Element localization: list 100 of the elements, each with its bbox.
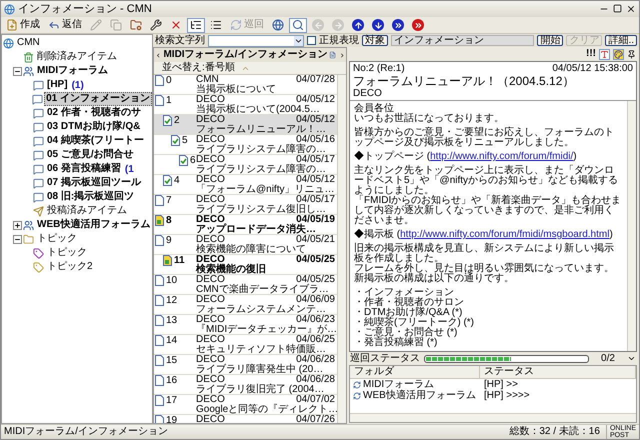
dropdown-icon[interactable] (294, 36, 303, 46)
tree-view-icon (190, 19, 202, 31)
font-icon[interactable] (599, 48, 610, 60)
tag-icon (33, 262, 44, 272)
message-row[interactable]: 8 DECO 04/05/19 アップロードデータ消失… (154, 215, 337, 235)
board-icon (33, 164, 44, 174)
column-header[interactable]: ステータス (480, 366, 636, 378)
document-icon[interactable] (329, 50, 337, 60)
message-row[interactable]: 6DECO 04/05/17 ライブラリシステム障害の… (154, 155, 337, 175)
target-button[interactable]: 対象 (362, 35, 388, 46)
message-row[interactable]: 16 DECO 04/06/28 ライブラリ復旧完了 (2004… (154, 375, 337, 395)
message-text: 会員各位 (354, 104, 394, 114)
message-row[interactable]: 7 DECO 04/05/17 ライブラリシステム復旧し… (154, 195, 337, 215)
message-date: 04/05/17 (296, 195, 335, 205)
tree-item[interactable]: 削除済みアイテム (35, 50, 119, 64)
message-row[interactable]: 12 DECO 04/06/09 フォーラムシステムメンテ… (154, 295, 337, 315)
message-number: 6 (190, 155, 196, 166)
message-author: DECO (196, 375, 225, 385)
board-icon (33, 178, 44, 188)
tree-item[interactable]: 08 旧:掲示板巡回ツ (45, 190, 136, 204)
message-author: CMN (196, 75, 219, 85)
message-author: DECO (353, 88, 383, 99)
horizontal-scrollbar[interactable] (350, 413, 636, 422)
checked-document-icon (163, 115, 172, 126)
tree-item[interactable]: 04 純喫茶(フリートー (45, 134, 146, 148)
message-date: 04/06/25 (296, 335, 335, 345)
expand-toggle[interactable] (13, 234, 22, 244)
pin-icon[interactable] (627, 50, 636, 58)
toolbar-button[interactable] (289, 18, 307, 32)
message-row[interactable]: 4 DECO 04/05/12 「フォーラム@nifty」リニュ… (154, 175, 337, 195)
message-row[interactable]: 14 DECO 04/06/25 セキュリティソフト特価販… (154, 335, 337, 355)
message-date: 04/06/28 (296, 355, 335, 365)
checkbox-label: 正規表現 (319, 36, 359, 46)
table-cell: MIDIフォーラム (363, 380, 434, 390)
message-text: ・発言投稿練習 (*) (354, 338, 438, 348)
message-author: DECO (196, 175, 225, 185)
expand-toggle[interactable] (13, 66, 22, 76)
checked-document-icon (163, 175, 172, 186)
tree-item[interactable]: 投稿済みアイテム (45, 204, 129, 218)
message-number: 4 (174, 175, 180, 186)
palette-icon[interactable] (613, 48, 624, 60)
message-row[interactable]: 11 DECO 04/05/25 検索機能の復旧 (154, 255, 337, 275)
board-icon (33, 192, 44, 202)
tree-item[interactable]: MIDIフォーラム (35, 64, 110, 78)
toolbar-button[interactable] (187, 18, 205, 32)
vertical-scrollbar[interactable] (337, 75, 346, 423)
priority-mark[interactable]: !!! (586, 49, 596, 59)
message-text: フレームを外し、見た目は明るい雰囲気になっています。 (354, 264, 615, 274)
tree-item[interactable]: CMN (15, 36, 42, 50)
message-number: 10 (166, 275, 178, 286)
message-row[interactable]: 2 DECO 04/05/12 フォーラムリニューアル！… (154, 115, 337, 135)
tree-item[interactable]: 07 掲示板巡回ツール (45, 176, 143, 190)
left-chevron-icon[interactable] (155, 50, 162, 60)
vertical-scrollbar[interactable] (627, 101, 636, 351)
tree-item[interactable]: 06 発言投稿練習 (45, 162, 123, 176)
search-button[interactable]: 詳細.. (605, 35, 637, 46)
tree-item[interactable]: 02 作者・視聴者のサ (45, 106, 143, 120)
tree-item[interactable]: トピック2 (45, 260, 95, 274)
message-row[interactable]: 10 DECO 04/05/25 CMNで楽曲データライブラ… (154, 275, 337, 295)
message-text: ・作者・視聴者のサロン (354, 298, 465, 308)
tree-item[interactable]: 05 ご意見/お問合せ (45, 148, 136, 162)
wrench-icon (150, 19, 162, 31)
tree-item[interactable]: 03 DTMお助け隊/Q& (45, 120, 142, 134)
message-subject: 当掲示板について (196, 85, 277, 95)
message-row[interactable]: 0 CMN 04/07/28 当掲示板について (154, 75, 337, 95)
search-button[interactable]: 開始 (537, 35, 564, 46)
message-row[interactable]: 13 DECO 04/06/23 『MIDIデータチェッカー』が… (154, 315, 337, 335)
tree-item[interactable]: トピック (45, 246, 89, 260)
message-number: 13 (166, 315, 178, 326)
dropdown-icon[interactable] (627, 354, 636, 363)
tree-item[interactable]: WEB快適活用フォーラム (35, 218, 152, 232)
search-field[interactable] (208, 34, 304, 46)
message-row[interactable]: 5 DECO 04/05/16 ライブラリシステム障害の… (154, 135, 337, 155)
regex-checkbox[interactable] (307, 36, 316, 45)
toolbar-button[interactable]: 作成 (3, 18, 43, 32)
message-link[interactable]: http://www.nifty.com/forum/fmidi/ (430, 151, 574, 162)
plus-icon (14, 222, 21, 228)
message-number: 16 (166, 375, 178, 386)
right-chevron-icon[interactable] (338, 50, 346, 60)
message-link[interactable]: http://www.nifty.com/forum/fmidi/msgboard.html (400, 229, 610, 240)
column-header[interactable]: フォルダ (350, 366, 480, 378)
globe-icon (272, 19, 284, 31)
message-text: 新掲示板の構成は以下の通りです。 (354, 274, 515, 284)
message-author: DECO (196, 395, 225, 405)
message-row[interactable]: 15 DECO 04/06/28 ライブラリ障害発生中 (20… (154, 355, 337, 375)
message-row[interactable]: 17 DECO 04/07/02 Googleと同等の『ディレクト… (154, 395, 337, 415)
close-icon[interactable] (626, 4, 636, 14)
tree-item[interactable]: トピック (35, 232, 79, 246)
message-date: 04/05/12 (296, 115, 335, 125)
toolbar-button[interactable]: 返信 (45, 18, 85, 32)
tree-item[interactable]: 01 インフォメーション (44, 92, 152, 106)
board-icon (32, 94, 44, 104)
message-title: フォーラムリニューアル！（2004.5.12） (353, 74, 576, 88)
message-subject: ライブラリ障害発生中 (20… (196, 365, 324, 375)
expand-toggle[interactable] (13, 220, 22, 230)
tree-item[interactable]: [HP] (45, 78, 70, 92)
folder-path: MIDIフォーラム/インフォメーション (163, 50, 328, 60)
message-date: 04/05/25 (296, 255, 335, 265)
maximize-icon[interactable] (613, 4, 622, 13)
message-row[interactable]: 9 DECO 04/05/21 検索機能の障害について (154, 235, 337, 255)
